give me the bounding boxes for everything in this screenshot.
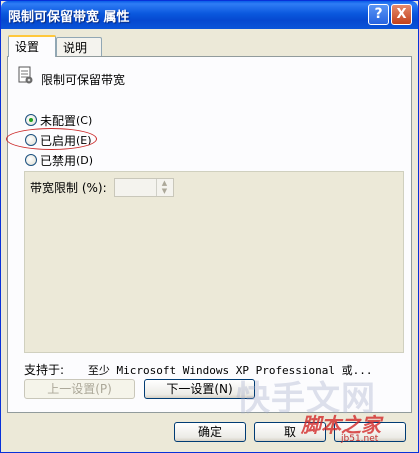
option-not-configured[interactable]: 未配置 (C) <box>25 112 92 128</box>
bandwidth-spinner[interactable]: ▲ ▼ <box>156 179 172 196</box>
tab-settings[interactable]: 设置 <box>8 35 56 57</box>
properties-dialog: 限制可保留带宽 属性 ? X 说明 设置 限制可保留带宽 未配置 (C) 已启用… <box>0 0 419 453</box>
option-not-configured-hotkey: (C) <box>76 113 93 127</box>
highlight-annotation <box>6 128 97 150</box>
spin-up-icon[interactable]: ▲ <box>157 179 172 187</box>
title-bar[interactable]: 限制可保留带宽 属性 ? X <box>1 1 418 29</box>
ok-button[interactable]: 确定 <box>174 422 246 442</box>
option-disabled-label: 已禁用 <box>40 153 77 168</box>
close-button[interactable]: X <box>391 4 412 25</box>
policy-document-icon <box>18 65 34 85</box>
previous-setting-button[interactable]: 上一设置(P) <box>24 379 135 399</box>
option-disabled-hotkey: (D) <box>76 153 94 167</box>
bandwidth-limit-label: 带宽限制 (%): <box>30 181 107 195</box>
option-not-configured-label: 未配置 <box>40 113 77 128</box>
supported-label: 支持于: <box>24 363 65 377</box>
site-url: jb51.net <box>341 434 379 444</box>
help-button[interactable]: ? <box>368 4 389 25</box>
policy-title: 限制可保留带宽 <box>41 73 126 87</box>
radio-not-configured[interactable] <box>25 114 37 126</box>
spin-down-icon[interactable]: ▼ <box>157 187 172 195</box>
dialog-title: 限制可保留带宽 属性 <box>8 10 130 25</box>
tab-explain[interactable]: 说明 <box>56 37 102 56</box>
options-group <box>24 171 404 353</box>
radio-disabled[interactable] <box>25 154 37 166</box>
option-disabled[interactable]: 已禁用 (D) <box>25 152 93 168</box>
